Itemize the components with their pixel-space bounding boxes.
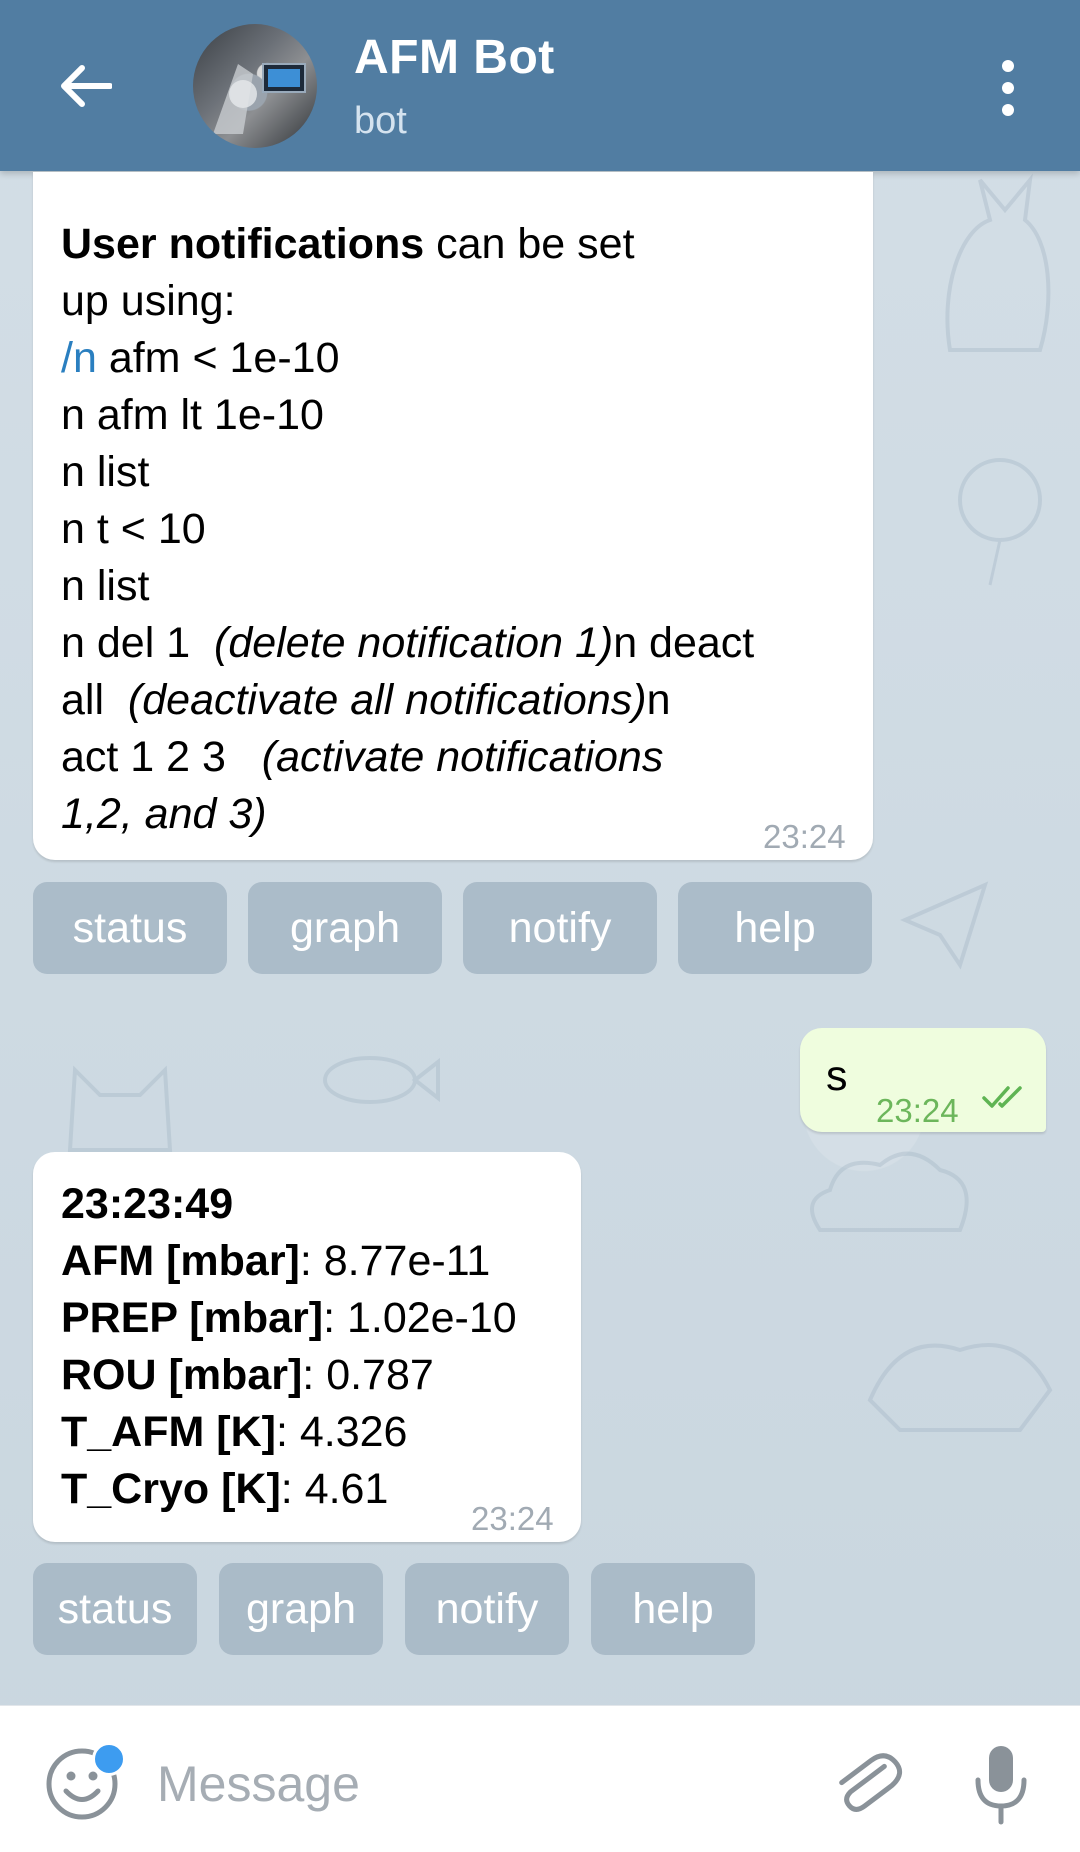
value-text: : 0.787 (302, 1351, 434, 1399)
command-link[interactable]: /n (61, 334, 97, 382)
cat-doodle (945, 173, 1051, 352)
message-line: ROU [mbar]: 0.787 (61, 1347, 517, 1404)
bold-text: T_AFM [K] (61, 1408, 276, 1456)
message-time: 23:24 (763, 818, 846, 855)
message-line: T_AFM [K]: 4.326 (61, 1404, 517, 1461)
message-line: /n afm < 1e-10 (61, 330, 754, 387)
text: n deact (613, 619, 755, 667)
bold-text: AFM [mbar] (61, 1237, 300, 1285)
paper-plane-doodle (900, 881, 989, 970)
bold-text: T_Cryo [K] (61, 1465, 281, 1513)
message-line: PREP [mbar]: 1.02e-10 (61, 1290, 517, 1347)
microphone-icon (975, 1746, 1027, 1825)
keyboard-button-notify[interactable]: notify (463, 882, 657, 974)
keyboard-button-status[interactable]: status (33, 1563, 197, 1655)
bold-text: 23:23:49 (61, 1180, 234, 1228)
notification-dot (92, 1742, 126, 1776)
fish-doodle (323, 1056, 440, 1104)
dog-doodle (867, 1343, 1053, 1432)
text: n del 1 (61, 619, 214, 667)
attach-button[interactable] (826, 1742, 906, 1822)
message-line: User notifications can be set (61, 216, 754, 273)
message-line: n list (61, 562, 150, 610)
keyboard-button-help[interactable]: help (678, 882, 872, 974)
chat-title[interactable]: AFM Bot (354, 30, 555, 85)
lab-photo-avatar (213, 63, 306, 134)
message-text: User notifications can be set up using: … (61, 216, 754, 843)
text: all (61, 676, 128, 724)
arrow-left-icon (61, 65, 112, 107)
value-text: : 4.326 (275, 1408, 408, 1456)
more-menu-button[interactable] (990, 60, 1026, 116)
message-line: 1,2, and 3) (61, 786, 754, 843)
message-input-bar (0, 1705, 1080, 1852)
double-check-icon (982, 1086, 1022, 1108)
message-text: s (826, 1052, 848, 1100)
message-text: 23:23:49 AFM [mbar]: 8.77e-11 PREP [mbar… (61, 1176, 517, 1518)
message-line: n del 1 (delete notification 1)n deact (61, 615, 754, 672)
value-text: : 8.77e-11 (299, 1237, 491, 1285)
message-line: n t < 10 (61, 505, 206, 553)
message-line: AFM [mbar]: 8.77e-11 (61, 1233, 517, 1290)
keyboard-button-help[interactable]: help (591, 1563, 755, 1655)
message-time: 23:24 (876, 1092, 959, 1129)
message-line: up using: (61, 277, 236, 325)
cloud-doodle (810, 1151, 969, 1232)
text: act 1 2 3 (61, 733, 262, 781)
back-button[interactable] (46, 46, 126, 126)
chat-header: AFM Bot bot (0, 0, 1080, 171)
value-text: : 1.02e-10 (323, 1294, 517, 1342)
message-line: n list (61, 448, 150, 496)
outgoing-message[interactable]: s 23:24 (800, 1028, 1046, 1132)
text: n (646, 676, 671, 724)
keyboard-button-graph[interactable]: graph (248, 882, 442, 974)
cat-face-doodle (67, 1065, 173, 1152)
microphone-button[interactable] (970, 1742, 1032, 1828)
incoming-message-help[interactable]: User notifications can be set up using: … (33, 172, 873, 860)
bold-text: User notifications (61, 220, 425, 268)
italic-text: (deactivate all notifications) (127, 676, 647, 724)
message-input[interactable] (155, 1748, 779, 1820)
italic-text: (delete notification 1) (214, 619, 614, 667)
balloon-doodle (958, 458, 1042, 586)
italic-text: 1,2, and 3) (61, 790, 267, 838)
paperclip-icon (839, 1753, 903, 1812)
dot (1002, 60, 1014, 72)
message-line: all (deactivate all notifications)n (61, 672, 754, 729)
keyboard-button-graph[interactable]: graph (219, 1563, 383, 1655)
keyboard-button-notify[interactable]: notify (405, 1563, 569, 1655)
bold-text: ROU [mbar] (61, 1351, 303, 1399)
chat-subtitle: bot (354, 100, 407, 142)
text: can be set (424, 220, 635, 268)
text: afm < 1e-10 (96, 334, 340, 382)
italic-text: (activate notifications (261, 733, 664, 781)
bold-text: PREP [mbar] (61, 1294, 324, 1342)
message-line: 23:23:49 (61, 1176, 517, 1233)
message-line: act 1 2 3 (activate notifications (61, 729, 754, 786)
incoming-message-status[interactable]: 23:23:49 AFM [mbar]: 8.77e-11 PREP [mbar… (33, 1152, 581, 1542)
value-text: : 4.61 (280, 1465, 389, 1513)
message-time: 23:24 (471, 1500, 554, 1537)
keyboard-button-status[interactable]: status (33, 882, 227, 974)
avatar[interactable] (193, 24, 317, 148)
dot (1002, 82, 1014, 94)
dot (1002, 104, 1014, 116)
message-line: n afm lt 1e-10 (61, 391, 324, 439)
message-line: T_Cryo [K]: 4.61 (61, 1461, 517, 1518)
